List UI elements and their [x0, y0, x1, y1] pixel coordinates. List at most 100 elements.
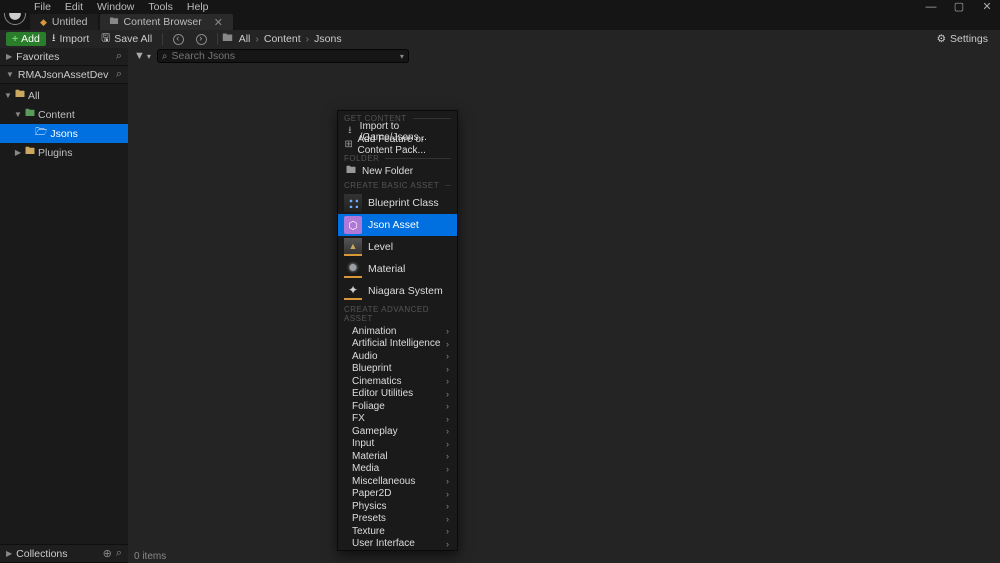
chevron-right-icon: ›: [446, 339, 449, 349]
tab-content-browser[interactable]: 🖿 Content Browser ✕: [100, 14, 233, 30]
chevron-down-icon[interactable]: ▾: [400, 52, 404, 61]
ctx-section-advanced: CREATE ADVANCED ASSET: [338, 302, 457, 325]
search-icon[interactable]: ⌕: [116, 68, 122, 81]
collapse-icon: ▶: [6, 549, 12, 558]
tree-jsons-label: Jsons: [50, 128, 77, 140]
ctx-level[interactable]: Level: [338, 236, 457, 258]
ctx-adv-gameplay[interactable]: Gameplay›: [338, 425, 457, 438]
ctx-adv-blueprint[interactable]: Blueprint›: [338, 363, 457, 376]
collections-header[interactable]: ▶ Collections ⊕ ⌕: [0, 544, 128, 563]
add-label: Add: [21, 33, 40, 45]
ctx-add-feature-label: Add Feature or Content Pack...: [358, 134, 452, 156]
close-button[interactable]: ✕: [980, 0, 994, 13]
tab-level[interactable]: ◆ Untitled: [30, 14, 98, 30]
add-icon[interactable]: ⊕: [103, 547, 112, 560]
chevron-right-icon: ›: [446, 489, 449, 499]
collapse-icon[interactable]: ▶: [14, 148, 22, 157]
collapse-icon[interactable]: ▼: [4, 91, 12, 100]
tree-plugins[interactable]: ▶ 🖿 Plugins: [0, 143, 128, 162]
ctx-adv-label: Presets: [352, 513, 386, 524]
search-input[interactable]: [172, 50, 400, 62]
import-icon: ⭳: [344, 123, 356, 140]
ctx-adv-media[interactable]: Media›: [338, 463, 457, 476]
tab-browser-label: Content Browser: [124, 16, 202, 28]
ctx-new-folder[interactable]: 🖿 New Folder: [338, 165, 457, 178]
folder-icon: 🖿: [110, 14, 119, 30]
ctx-adv-texture[interactable]: Texture›: [338, 525, 457, 538]
project-header[interactable]: ▼ RMAJsonAssetDev ⌕: [0, 66, 128, 84]
filter-icon: ▼: [134, 50, 145, 62]
ctx-adv-editor-utilities[interactable]: Editor Utilities›: [338, 388, 457, 401]
ctx-niagara[interactable]: Niagara System: [338, 280, 457, 302]
menu-help[interactable]: Help: [187, 1, 209, 13]
maximize-button[interactable]: ▢: [952, 0, 966, 13]
project-label: RMAJsonAssetDev: [18, 69, 112, 81]
chevron-right-icon: ›: [446, 539, 449, 549]
ctx-adv-audio[interactable]: Audio›: [338, 350, 457, 363]
ctx-adv-physics[interactable]: Physics ›: [338, 500, 457, 513]
tab-close-icon[interactable]: ✕: [214, 16, 223, 29]
ctx-adv-miscellaneous[interactable]: Miscellaneous›: [338, 475, 457, 488]
chevron-right-icon: ›: [446, 326, 449, 336]
search-icon[interactable]: ⌕: [116, 547, 122, 560]
ctx-adv-material[interactable]: Material›: [338, 450, 457, 463]
menu-edit[interactable]: Edit: [65, 1, 83, 13]
ctx-niagara-label: Niagara System: [368, 285, 443, 297]
breadcrumb-jsons[interactable]: Jsons: [311, 33, 344, 45]
source-tree: ▼ 🖿 All ▼ 🖿 Content 🗁 Jsons ▶ 🖿 Plugins: [0, 84, 128, 164]
ctx-adv-user-interface[interactable]: User Interface›: [338, 538, 457, 551]
ctx-json-asset[interactable]: Json Asset: [338, 214, 457, 236]
ctx-adv-animation[interactable]: Animation ›: [338, 325, 457, 338]
chevron-right-icon: ›: [446, 501, 449, 511]
folder-icon: 🖿: [25, 106, 35, 123]
minimize-button[interactable]: —: [924, 1, 938, 13]
save-all-button[interactable]: 🖫 Save All: [95, 32, 158, 46]
ctx-adv-artificial-intelligence[interactable]: Artificial Intelligence›: [338, 338, 457, 351]
search-box[interactable]: ⌕ ▾: [157, 49, 409, 63]
menu-tools[interactable]: Tools: [148, 1, 173, 13]
ctx-add-feature[interactable]: ⊞ Add Feature or Content Pack...: [338, 138, 457, 151]
settings-button[interactable]: ⚙ Settings: [931, 32, 994, 46]
ctx-material-label: Material: [368, 263, 405, 275]
history-back-button[interactable]: [167, 32, 190, 46]
import-button[interactable]: ⭳ Import: [46, 32, 95, 46]
menu-window[interactable]: Window: [97, 1, 134, 13]
ctx-adv-input[interactable]: Input›: [338, 438, 457, 451]
chevron-right-icon: ›: [446, 389, 449, 399]
ctx-adv-fx[interactable]: FX›: [338, 413, 457, 426]
ctx-adv-cinematics[interactable]: Cinematics›: [338, 375, 457, 388]
collapse-icon[interactable]: ▼: [14, 110, 22, 119]
filter-button[interactable]: ▼ ▾: [134, 50, 151, 62]
collections-label: Collections: [16, 548, 98, 560]
breadcrumb: 🖿 All › Content › Jsons: [222, 30, 344, 48]
ctx-adv-label: Physics: [352, 501, 386, 512]
ctx-adv-label: Gameplay: [352, 426, 398, 437]
save-all-label: Save All: [114, 33, 152, 45]
gear-icon: ⚙: [937, 33, 946, 45]
search-icon[interactable]: ⌕: [116, 50, 122, 63]
chevron-right-icon: ›: [446, 364, 449, 374]
tree-jsons[interactable]: 🗁 Jsons: [0, 124, 128, 143]
chevron-right-icon: ›: [304, 33, 312, 45]
ctx-adv-presets[interactable]: Presets›: [338, 513, 457, 526]
ctx-material[interactable]: Material: [338, 258, 457, 280]
tree-content[interactable]: ▼ 🖿 Content: [0, 105, 128, 124]
folder-plus-icon: 🖿: [344, 163, 358, 180]
asset-grid[interactable]: GET CONTENT ⭳ Import to /Game/Jsons... ⊞…: [128, 64, 1000, 549]
separator: [217, 33, 218, 45]
breadcrumb-root[interactable]: All: [236, 33, 254, 45]
ctx-adv-paper2d[interactable]: Paper2D›: [338, 488, 457, 501]
tabs-row: ◆ Untitled 🖿 Content Browser ✕: [0, 14, 1000, 30]
back-icon: [173, 34, 184, 45]
menu-file[interactable]: File: [34, 1, 51, 13]
tree-all[interactable]: ▼ 🖿 All: [0, 86, 128, 105]
ctx-adv-foliage[interactable]: Foliage›: [338, 400, 457, 413]
add-button[interactable]: + Add: [6, 32, 46, 46]
ctx-adv-label: Animation: [352, 326, 396, 337]
separator: [162, 33, 163, 45]
history-fwd-button[interactable]: [190, 32, 213, 46]
ctx-blueprint-class[interactable]: Blueprint Class: [338, 192, 457, 214]
tree-content-label: Content: [38, 109, 75, 121]
breadcrumb-content[interactable]: Content: [261, 33, 304, 45]
favorites-header[interactable]: ▶ Favorites ⌕: [0, 48, 128, 66]
